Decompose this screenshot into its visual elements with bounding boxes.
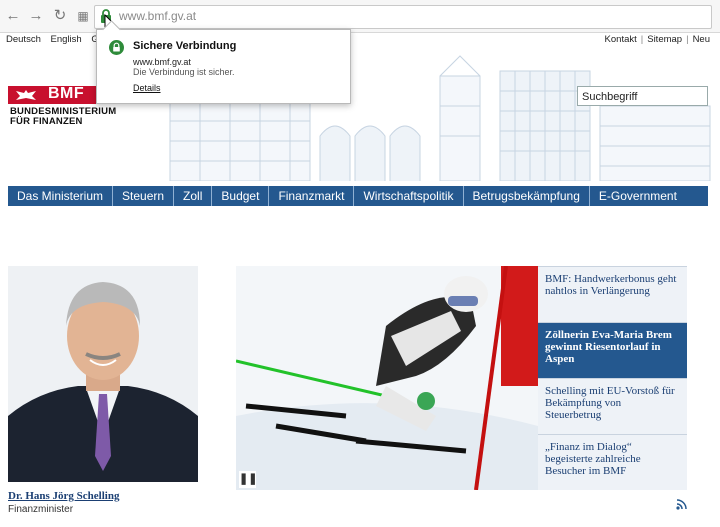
back-arrow-icon[interactable]: ← — [4, 7, 22, 25]
news-slideshow-image[interactable] — [236, 266, 538, 490]
minister-photo — [8, 266, 198, 482]
news-list: BMF: Handwerkerbonus geht nahtlos in Ver… — [538, 266, 687, 490]
pause-icon[interactable]: ❚❚ — [239, 471, 257, 488]
eagle-emblem-icon — [16, 90, 36, 100]
nav-wirtschaftspolitik[interactable]: Wirtschaftspolitik — [354, 186, 464, 206]
popup-title: Sichere Verbindung — [133, 40, 237, 52]
nav-e-government[interactable]: E-Government — [590, 186, 686, 206]
logo-line-2: FÜR FINANZEN — [10, 116, 83, 127]
top-links: Kontakt | Sitemap | Neu — [604, 34, 710, 45]
minister-name-link[interactable]: Dr. Hans Jörg Schelling — [8, 490, 119, 502]
address-bar[interactable]: www.bmf.gv.at — [94, 5, 712, 29]
nav-das-ministerium[interactable]: Das Ministerium — [8, 186, 114, 206]
logo-ministry-name: BUNDESMINISTERIUM FÜR FINANZEN — [10, 107, 116, 127]
main-navigation: Das Ministerium Steuern Zoll Budget Fina… — [8, 186, 708, 206]
news-item-1[interactable]: BMF: Handwerkerbonus geht nahtlos in Ver… — [538, 266, 687, 322]
news-item-2[interactable]: Zöllnerin Eva-Maria Brem gewinnt Riesent… — [538, 322, 687, 378]
apps-grid-icon[interactable]: ▦ — [74, 7, 92, 25]
language-english[interactable]: English — [51, 34, 82, 45]
reload-icon[interactable]: ↻ — [51, 7, 69, 25]
popup-details-link[interactable]: Details — [133, 83, 161, 93]
language-deutsch[interactable]: Deutsch — [6, 34, 41, 45]
nav-finanzmarkt[interactable]: Finanzmarkt — [269, 186, 355, 206]
search-input[interactable]: Suchbegriff — [577, 86, 708, 106]
url-text[interactable]: www.bmf.gv.at — [119, 9, 196, 23]
connection-security-popup: Sichere Verbindung www.bmf.gv.at Die Ver… — [96, 20, 351, 104]
nav-budget[interactable]: Budget — [212, 186, 270, 206]
news-item-3[interactable]: Schelling mit EU-Vorstoß für Bekämpfung … — [538, 378, 687, 434]
rss-icon[interactable] — [676, 499, 687, 510]
minister-portrait[interactable] — [8, 266, 198, 482]
forward-arrow-icon[interactable]: → — [27, 7, 45, 25]
skier-photo — [236, 266, 538, 490]
link-kontakt[interactable]: Kontakt — [605, 34, 637, 45]
popup-host: www.bmf.gv.at — [133, 57, 191, 67]
nav-steuern[interactable]: Steuern — [113, 186, 175, 206]
logo-short-text: BMF — [48, 85, 85, 102]
secure-lock-icon — [109, 40, 124, 55]
popup-message: Die Verbindung ist sicher. — [133, 67, 235, 77]
news-item-4[interactable]: „Finanz im Dialog“ begeisterte zahlreich… — [538, 434, 687, 490]
link-sitemap[interactable]: Sitemap — [647, 34, 682, 45]
link-neu[interactable]: Neu — [693, 34, 710, 45]
nav-betrugsbekaempfung[interactable]: Betrugsbekämpfung — [464, 186, 590, 206]
nav-zoll[interactable]: Zoll — [174, 186, 213, 206]
minister-role: Finanzminister — [8, 504, 74, 515]
